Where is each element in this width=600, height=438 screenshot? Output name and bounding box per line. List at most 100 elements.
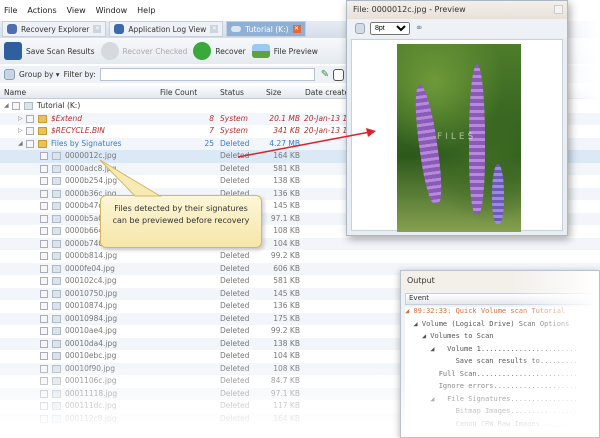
row-checkbox[interactable] bbox=[40, 239, 48, 248]
image-file-icon bbox=[52, 202, 61, 210]
row-checkbox[interactable] bbox=[40, 189, 48, 198]
tab-label: Application Log View bbox=[128, 24, 207, 34]
preview-title: File: 0000012c.jpg - Preview bbox=[347, 1, 567, 19]
row-checkbox[interactable] bbox=[40, 164, 48, 173]
expand-arrow-icon[interactable]: ◢ bbox=[4, 102, 9, 109]
row-checkbox[interactable] bbox=[40, 352, 48, 360]
row-checkbox[interactable] bbox=[40, 227, 48, 235]
row-size: 97.1 KB bbox=[270, 213, 300, 223]
menu-actions[interactable]: Actions bbox=[27, 6, 56, 20]
row-checkbox[interactable] bbox=[40, 152, 48, 160]
row-checkbox[interactable] bbox=[12, 102, 20, 110]
log-line[interactable]: Save scan results to......... bbox=[405, 357, 599, 370]
row-checkbox[interactable] bbox=[40, 327, 48, 335]
row-name: 00010750.jpg bbox=[65, 288, 118, 298]
row-size: 84.7 KB bbox=[270, 376, 300, 385]
file-preview-button[interactable]: File Preview bbox=[251, 44, 318, 58]
column-file-count[interactable]: File Count bbox=[160, 88, 197, 97]
recover-button[interactable]: Recover bbox=[193, 42, 246, 60]
image-file-icon bbox=[52, 152, 61, 160]
image-file-icon bbox=[52, 177, 61, 185]
row-name: 0001106c.jpg bbox=[65, 376, 117, 385]
row-checkbox[interactable] bbox=[40, 277, 48, 285]
folder-icon bbox=[38, 127, 47, 135]
recover-checked-button[interactable]: Recover Checked bbox=[100, 42, 187, 60]
row-checkbox[interactable] bbox=[26, 139, 34, 148]
image-file-icon bbox=[52, 352, 61, 360]
row-checkbox[interactable] bbox=[40, 339, 48, 348]
row-checkbox[interactable] bbox=[40, 264, 48, 273]
log-line[interactable]: ◢ File Signatures................ bbox=[405, 395, 599, 408]
row-checkbox[interactable] bbox=[40, 314, 48, 323]
column-name[interactable]: Name bbox=[4, 88, 26, 97]
button-label: File Preview bbox=[273, 46, 318, 56]
row-name: 00010984.jpg bbox=[65, 313, 118, 323]
tab-tutorial[interactable]: Tutorial (K:) ✕ bbox=[226, 21, 306, 37]
close-icon[interactable]: ✕ bbox=[210, 25, 219, 33]
row-size: 136 KB bbox=[273, 301, 300, 310]
log-line[interactable]: Canon CRW Raw Images......... bbox=[405, 420, 599, 433]
row-checkbox[interactable] bbox=[40, 289, 48, 298]
row-checkbox[interactable] bbox=[40, 214, 48, 223]
tab-recovery-explorer[interactable]: Recovery Explorer ✕ bbox=[2, 21, 107, 37]
row-size: 581 KB bbox=[273, 276, 300, 285]
expand-arrow-icon[interactable]: ◢ bbox=[18, 140, 23, 147]
log-line[interactable]: ◢ 09:32:33: Quick Volume scan Tutorial bbox=[405, 307, 599, 320]
table-row[interactable]: 0000b740.jpg Deleted 104 KB bbox=[0, 237, 600, 250]
menu-view[interactable]: View bbox=[67, 6, 86, 20]
filter-input[interactable] bbox=[99, 68, 315, 81]
event-column-header[interactable]: Event bbox=[405, 293, 595, 305]
row-checkbox[interactable] bbox=[40, 177, 48, 185]
close-icon[interactable]: ✕ bbox=[93, 25, 102, 33]
menu-window[interactable]: Window bbox=[96, 6, 128, 20]
row-date: 20-Jan-13 1 bbox=[304, 126, 348, 135]
row-size: 104 KB bbox=[273, 351, 300, 360]
group-by-dropdown[interactable]: Group by ▾ bbox=[19, 70, 60, 79]
folder-icon bbox=[38, 114, 47, 123]
log-line[interactable]: ◢ Volumes to Scan bbox=[405, 332, 599, 345]
close-icon[interactable]: ✕ bbox=[292, 25, 301, 33]
row-checkbox[interactable] bbox=[26, 127, 34, 135]
menu-help[interactable]: Help bbox=[137, 6, 155, 20]
menu-file[interactable]: File bbox=[4, 6, 17, 20]
expand-arrow-icon[interactable]: ▷ bbox=[18, 115, 23, 122]
log-line[interactable]: Ignore errors.................... bbox=[405, 382, 599, 395]
row-size: 104 KB bbox=[273, 238, 300, 248]
image-file-icon bbox=[52, 277, 61, 285]
row-checkbox[interactable] bbox=[40, 389, 48, 398]
tab-application-log[interactable]: Application Log View ✕ bbox=[109, 21, 224, 37]
row-size: 138 KB bbox=[273, 338, 300, 348]
column-status[interactable]: Status bbox=[220, 88, 244, 97]
font-size-select[interactable]: 8pt bbox=[370, 22, 410, 35]
expand-arrow-icon[interactable]: ▷ bbox=[18, 127, 23, 134]
filter-clear-icon[interactable]: ✎ bbox=[321, 69, 329, 80]
row-checkbox[interactable] bbox=[40, 364, 48, 373]
log-line[interactable]: ◢ Volume 1....................... bbox=[405, 345, 599, 358]
event-log: ◢ 09:32:33: Quick Volume scan Tutorial ◢… bbox=[405, 307, 599, 437]
preview-window: File: 0000012c.jpg - Preview 8pt ⚭ FILES bbox=[346, 0, 568, 236]
row-checkbox[interactable] bbox=[40, 202, 48, 210]
column-size[interactable]: Size bbox=[266, 88, 281, 97]
row-checkbox[interactable] bbox=[40, 414, 48, 423]
page-icon[interactable] bbox=[333, 68, 345, 81]
row-checkbox[interactable] bbox=[40, 402, 48, 410]
log-line[interactable]: Bitmap Images................ bbox=[405, 407, 599, 420]
row-status: Deleted bbox=[220, 376, 250, 385]
folder-icon bbox=[38, 139, 47, 148]
log-line[interactable]: ◢ Volume (Logical Drive) Scan Options bbox=[405, 320, 599, 333]
row-checkbox[interactable] bbox=[40, 252, 48, 260]
row-checkbox[interactable] bbox=[40, 302, 48, 310]
image-file-icon bbox=[52, 377, 61, 385]
button-label: Save Scan Results bbox=[26, 46, 95, 56]
link-icon[interactable]: ⚭ bbox=[415, 23, 423, 34]
close-button[interactable] bbox=[554, 5, 563, 14]
panel-icon[interactable] bbox=[4, 69, 15, 80]
row-checkbox[interactable] bbox=[40, 377, 48, 385]
log-line[interactable]: Full Scan........................ bbox=[405, 370, 599, 383]
text-view-icon[interactable] bbox=[355, 23, 365, 34]
row-name: 000111dc.jpg bbox=[65, 401, 117, 410]
save-scan-results-button[interactable]: Save Scan Results bbox=[4, 42, 95, 60]
row-name: 0000b814.jpg bbox=[65, 251, 118, 260]
row-checkbox[interactable] bbox=[26, 114, 34, 123]
table-row[interactable]: 0000b814.jpg Deleted 99.2 KB bbox=[0, 250, 600, 263]
